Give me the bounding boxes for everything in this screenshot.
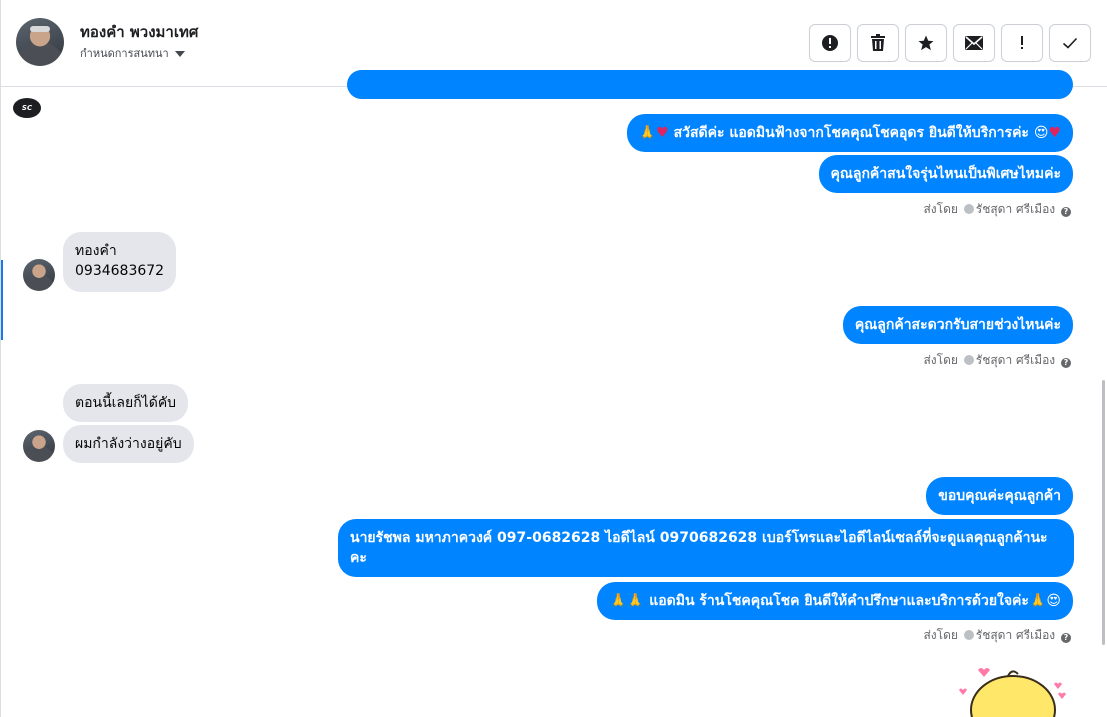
delete-button[interactable]	[857, 24, 899, 62]
page-logo-avatar: SC	[13, 98, 41, 118]
message-bubble-reply-now[interactable]: ตอนนี้เลยก็ได้คับ	[63, 384, 189, 422]
incoming-name-text: ทองคำ	[75, 243, 117, 259]
message-bubble-incoming-contact[interactable]: ทองคำ 0934683672	[63, 232, 177, 292]
star-button[interactable]	[905, 24, 947, 62]
message-scrollbar[interactable]	[1102, 380, 1105, 645]
message-bubble-closing[interactable]: 🙏🙏 แอดมิน ร้านโชคคุณโชค ยินดีให้คำปรึกษา…	[597, 582, 1073, 620]
contact-avatar-small[interactable]	[23, 259, 55, 291]
message-bubble-thanks[interactable]: ขอบคุณค่ะคุณลูกค้า	[926, 477, 1073, 515]
heart-icon: ♥	[1048, 125, 1061, 141]
sent-by-meta: ส่งโดย รัชสุดา ศรีเมือง ?	[923, 351, 1073, 370]
seen-check-icon	[963, 355, 974, 365]
heart-icon	[959, 688, 967, 695]
sent-by-meta: ส่งโดย รัชสุดา ศรีเมือง ?	[923, 626, 1073, 645]
envelope-icon	[965, 36, 983, 50]
sender-name: รัชสุดา ศรีเมือง	[975, 628, 1056, 642]
message-bubble-ask-time[interactable]: คุณลูกค้าสะดวกรับสายช่วงไหนค่ะ	[842, 306, 1073, 344]
sender-name: รัชสุดา ศรีเมือง	[975, 353, 1056, 367]
caret-down-icon	[174, 51, 185, 57]
praying-hands-icon: 🙏🙏	[609, 593, 645, 609]
message-bubble-ask-model[interactable]: คุณลูกค้าสนใจรุ่นไหนเป็นพิเศษไหมค่ะ	[818, 155, 1073, 193]
incoming-phone-text: 0934683672	[75, 263, 165, 279]
sender-name: รัชสุดา ศรีเมือง	[975, 202, 1056, 216]
spam-button[interactable]	[1001, 24, 1043, 62]
check-icon	[1062, 37, 1078, 49]
message-bubble-cropped[interactable]	[347, 70, 1073, 99]
schedule-conversation-dropdown[interactable]: กำหนดการสนทนา	[80, 44, 185, 62]
heart-icon	[1054, 682, 1062, 689]
exclamation-icon	[1021, 36, 1023, 49]
sent-by-label: ส่งโดย	[923, 202, 958, 216]
help-icon[interactable]: ?	[1061, 358, 1071, 368]
sent-by-meta: ส่งโดย รัชสุดา ศรีเมือง ?	[923, 200, 1073, 219]
heart-icon	[978, 668, 990, 677]
contact-avatar-small[interactable]	[23, 430, 55, 462]
help-icon[interactable]: ?	[1061, 207, 1071, 217]
mark-unread-button[interactable]	[953, 24, 995, 62]
sent-by-label: ส่งโดย	[923, 353, 958, 367]
heart-icon: ♥	[656, 125, 669, 141]
praying-hands-icon: 🙏	[1028, 593, 1047, 609]
active-thread-indicator	[1, 260, 3, 340]
smiling-hearts-icon: 😍	[1033, 125, 1049, 141]
seen-check-icon	[963, 630, 974, 640]
heart-icon	[1058, 692, 1066, 699]
message-bubble-contact-info[interactable]: นายรัชพล มหาภาควงค์ 097-0682628 ไอดีไลน์…	[338, 519, 1074, 577]
cute-chick-sticker[interactable]	[956, 662, 1071, 717]
alert-circle-icon	[822, 35, 838, 51]
conversation-toolbar	[809, 24, 1091, 62]
closing-text: แอดมิน ร้านโชคคุณโชค ยินดีให้คำปรึกษาและ…	[649, 593, 1029, 609]
sent-by-label: ส่งโดย	[923, 628, 958, 642]
praying-hands-icon: 🙏	[638, 125, 657, 141]
greeting-text: สวัสดีค่ะ แอดมินฟ้างจากโชคคุณโชคอุดร ยิน…	[673, 125, 1029, 141]
trash-icon	[871, 34, 885, 51]
alert-button[interactable]	[809, 24, 851, 62]
contact-name[interactable]: ทองคำ พวงมาเทศ	[80, 20, 198, 44]
conversation-panel: ทองคำ พวงมาเทศ กำหนดการสนทนา SC 🙏♥ สวัสด…	[0, 0, 1107, 717]
message-bubble-greeting[interactable]: 🙏♥ สวัสดีค่ะ แอดมินฟ้างจากโชคคุณโชคอุดร …	[626, 114, 1073, 152]
smiling-hearts-icon: 😍	[1046, 593, 1061, 609]
help-icon[interactable]: ?	[1061, 633, 1071, 643]
schedule-label: กำหนดการสนทนา	[80, 47, 169, 60]
mark-done-button[interactable]	[1049, 24, 1091, 62]
message-bubble-reply-free[interactable]: ผมกำลังว่างอยู่คับ	[63, 425, 194, 463]
seen-check-icon	[963, 204, 974, 214]
contact-avatar[interactable]	[16, 18, 64, 66]
star-icon	[918, 35, 934, 51]
